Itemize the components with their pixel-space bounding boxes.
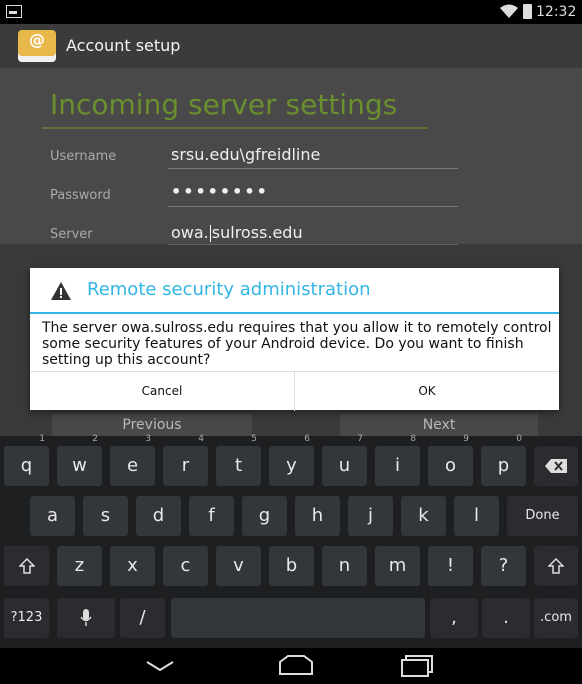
space-key[interactable] [171,598,425,638]
key-label: u [338,455,351,476]
key-hint: 3 [145,434,151,444]
security-dialog: Remote security administration The serve… [30,268,559,411]
notification-icon [6,5,22,18]
key-label: i [394,455,400,476]
key-slash[interactable]: / [120,598,165,638]
text-cursor [209,225,211,242]
shift-icon [17,557,36,574]
password-label: Password [50,188,111,203]
status-time: 12:32 [536,4,577,20]
key-m[interactable]: m [375,546,420,586]
key-hint: 7 [357,434,363,444]
key-b[interactable]: b [269,546,314,586]
key-c[interactable]: c [163,546,208,586]
key-l[interactable]: l [454,496,499,536]
username-label: Username [50,149,117,164]
key-n[interactable]: n [322,546,367,586]
key-x[interactable]: x [110,546,155,586]
voice-input-key[interactable] [57,598,115,638]
key-label: p [497,455,510,476]
key-hint: 1 [39,434,45,444]
server-value-start: owa. [171,223,209,242]
action-bar-title: Account setup [66,36,181,55]
dialog-buttons: Cancel OK [30,371,559,411]
key-label: q [20,455,33,476]
soft-keyboard: q1 w2 e3 r4 t5 y6 u7 i8 o9 p0 a s d f g … [0,434,582,648]
key-t[interactable]: t5 [216,434,261,486]
key-e[interactable]: e3 [110,434,155,486]
key-q[interactable]: q1 [4,434,49,486]
system-navigation-bar [0,648,582,684]
warning-icon [51,282,71,300]
back-icon[interactable] [145,658,175,674]
backspace-icon [545,459,567,473]
wifi-icon [500,4,518,18]
key-hint: 0 [516,434,522,444]
backspace-key[interactable] [534,446,578,486]
key-label: e [126,455,139,476]
dialog-header: Remote security administration [30,268,559,314]
key-v[interactable]: v [216,546,261,586]
ok-button[interactable]: OK [295,372,559,411]
cancel-button[interactable]: Cancel [30,372,294,411]
status-bar: 12:32 [0,0,582,24]
home-icon[interactable] [278,654,314,676]
dotcom-key[interactable]: .com [534,598,578,638]
username-underline [168,168,458,169]
key-r[interactable]: r4 [163,434,208,486]
shift-key-left[interactable] [4,546,49,586]
symbols-key[interactable]: ?123 [4,598,49,638]
dialog-title: Remote security administration [87,279,371,300]
battery-icon [523,4,532,19]
key-u[interactable]: u7 [322,434,367,486]
key-j[interactable]: j [348,496,393,536]
done-key[interactable]: Done [507,496,578,536]
key-g[interactable]: g [242,496,287,536]
heading-divider [42,127,428,129]
shift-icon [547,557,565,574]
password-underline [168,206,458,207]
microphone-icon [80,609,92,626]
key-hint: 8 [410,434,416,444]
server-value-end: sulross.edu [211,223,303,242]
key-o[interactable]: o9 [428,434,473,486]
server-field[interactable]: owa. sulross.edu [171,223,303,242]
key-i[interactable]: i8 [375,434,420,486]
key-z[interactable]: z [57,546,102,586]
key-a[interactable]: a [30,496,75,536]
username-field[interactable]: srsu.edu\gfreidline [171,145,320,164]
key-p[interactable]: p0 [481,434,526,486]
server-label: Server [50,227,93,242]
key-d[interactable]: d [136,496,181,536]
shift-key-right[interactable] [534,546,578,586]
key-k[interactable]: k [401,496,446,536]
key-label: w [72,455,87,476]
key-label: o [444,455,456,476]
key-h[interactable]: h [295,496,340,536]
password-field[interactable]: •••••••• [171,182,269,201]
key-y[interactable]: y6 [269,434,314,486]
key-period[interactable]: . [482,598,530,638]
recent-apps-icon[interactable] [400,654,434,678]
key-f[interactable]: f [189,496,234,536]
key-label: y [286,455,297,476]
key-hint: 4 [198,434,204,444]
key-s[interactable]: s [83,496,128,536]
key-w[interactable]: w2 [57,434,102,486]
key-hint: 6 [304,434,310,444]
email-app-icon[interactable] [18,30,56,62]
dialog-message: The server owa.sulross.edu requires that… [42,320,552,368]
page-title: Incoming server settings [50,88,398,121]
key-label: t [234,455,243,476]
key-hint: 2 [92,434,98,444]
key-exclamation[interactable]: ! [428,546,473,586]
key-hint: 9 [463,434,469,444]
key-question[interactable]: ? [481,546,526,586]
key-comma[interactable]: , [430,598,478,638]
action-bar: Account setup [0,24,582,68]
key-label: r [181,455,190,476]
key-hint: 5 [251,434,257,444]
